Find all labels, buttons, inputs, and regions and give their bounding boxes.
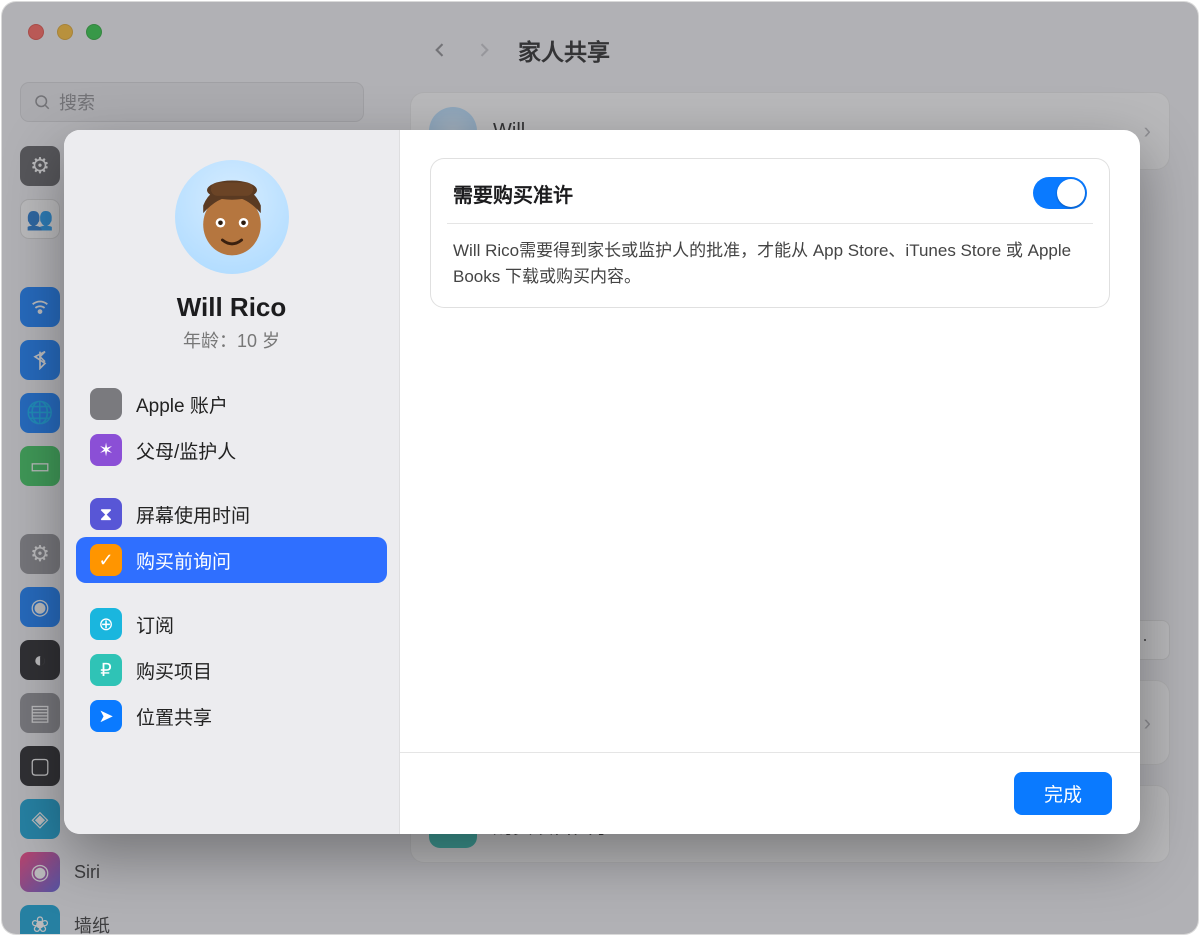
location-icon: ➤ (90, 700, 122, 732)
person-name: Will Rico (76, 292, 387, 323)
hourglass-icon: ⧗ (90, 498, 122, 530)
done-button[interactable]: 完成 (1014, 772, 1112, 815)
ask-to-buy-toggle[interactable] (1033, 177, 1087, 209)
guardian-icon: ✶ (90, 434, 122, 466)
sidebar-item-guardian[interactable]: ✶ 父母/监护人 (76, 427, 387, 473)
person-age: 年龄：10 岁 (76, 327, 387, 353)
subscriptions-icon: ⊕ (90, 608, 122, 640)
memoji-icon (184, 169, 280, 265)
setting-title: 需要购买准许 (453, 179, 573, 208)
sheet-sidebar: Will Rico 年龄：10 岁 Apple 账户 ✶ 父母/监护人 ⧗ (64, 130, 400, 834)
ask-to-buy-card: 需要购买准许 Will Rico需要得到家长或监护人的批准，才能从 App St… (430, 158, 1110, 308)
sidebar-item-location[interactable]: ➤ 位置共享 (76, 693, 387, 739)
divider (447, 223, 1093, 224)
ask-icon: ✓ (90, 544, 122, 576)
sheet-footer: 完成 (400, 752, 1140, 834)
member-detail-sheet: Will Rico 年龄：10 岁 Apple 账户 ✶ 父母/监护人 ⧗ (64, 130, 1140, 834)
apple-icon (90, 388, 122, 420)
setting-description: Will Rico需要得到家长或监护人的批准，才能从 App Store、iTu… (453, 238, 1087, 289)
sidebar-item-ask-to-buy[interactable]: ✓ 购买前询问 (76, 537, 387, 583)
avatar (175, 160, 289, 274)
sidebar-item-apple-account[interactable]: Apple 账户 (76, 381, 387, 427)
sheet-main: 需要购买准许 Will Rico需要得到家长或监护人的批准，才能从 App St… (400, 130, 1140, 834)
purchases-icon: ₽ (90, 654, 122, 686)
sidebar-item-screentime[interactable]: ⧗ 屏幕使用时间 (76, 491, 387, 537)
sidebar-item-purchases[interactable]: ₽ 购买项目 (76, 647, 387, 693)
sidebar-item-subscriptions[interactable]: ⊕ 订阅 (76, 601, 387, 647)
system-settings-window: 搜索 ⚙︎ 👥 🌐 ▭ ⚙︎ ◉ ◐ ▤ ▢ ◈屏幕保护程序 ◉Siri ❀墙纸 (2, 2, 1198, 934)
